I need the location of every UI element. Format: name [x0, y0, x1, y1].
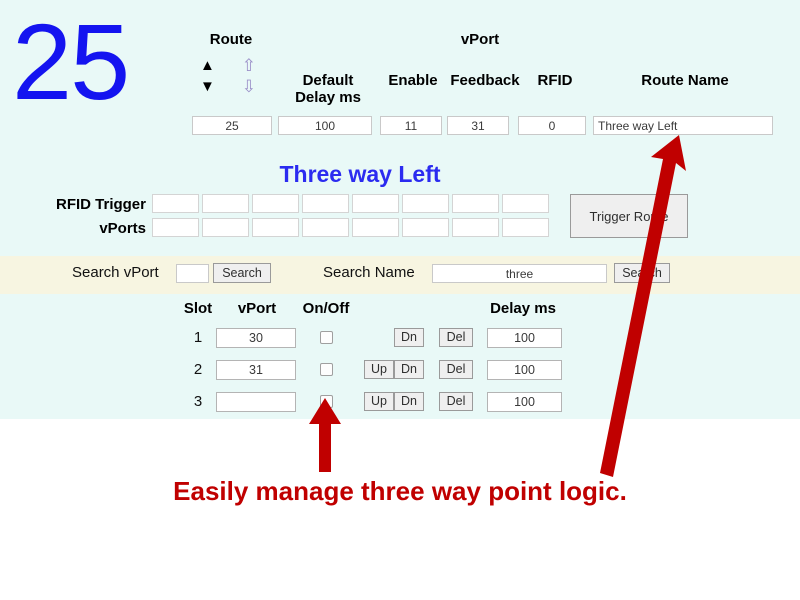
enable-vport-input[interactable] [380, 116, 442, 135]
slot-vport-input[interactable] [216, 360, 296, 380]
slot-move-up-button[interactable]: Up [364, 392, 394, 411]
route-nav-arrows: ▲ ⇧ ▼ ⇩ [200, 55, 264, 97]
search-name-button[interactable]: Search [614, 263, 670, 283]
slot-delay-input[interactable] [487, 328, 562, 348]
feedback-header: Feedback [450, 72, 520, 89]
slot-table-row: 2 UpDn Del [0, 358, 800, 388]
vports-row [152, 218, 549, 237]
rfid-trigger-input-8[interactable] [502, 194, 549, 213]
slot-table-row: 1 Dn Del [0, 326, 800, 356]
enable-header: Enable [388, 72, 438, 89]
slot-onoff-checkbox[interactable] [320, 395, 333, 408]
vport-trigger-input-3[interactable] [252, 218, 299, 237]
vport-trigger-input-5[interactable] [352, 218, 399, 237]
rfid-trigger-input-6[interactable] [402, 194, 449, 213]
feedback-vport-input[interactable] [447, 116, 509, 135]
vport-trigger-input-4[interactable] [302, 218, 349, 237]
vports-label: vPorts [99, 220, 146, 237]
triangle-down-icon[interactable]: ▼ [200, 79, 215, 94]
rfid-trigger-label: RFID Trigger [55, 196, 146, 213]
triangle-up-icon[interactable]: ▲ [200, 58, 215, 73]
default-delay-header: Default Delay ms [280, 72, 376, 106]
route-input[interactable] [192, 116, 272, 135]
slot-vport-input[interactable] [216, 328, 296, 348]
slot-onoff-checkbox[interactable] [320, 363, 333, 376]
route-name-input[interactable] [593, 116, 773, 135]
route-down-row: ▼ ⇩ [200, 76, 256, 97]
slot-delete-button[interactable]: Del [439, 392, 473, 411]
rfid-trigger-row [152, 194, 549, 213]
rfid-trigger-input-5[interactable] [352, 194, 399, 213]
vport-group-header: vPort [460, 31, 500, 48]
arrow-down-hollow-icon[interactable]: ⇩ [242, 78, 256, 95]
default-delay-input[interactable] [278, 116, 372, 135]
vport-column-header: vPort [237, 300, 277, 317]
route-up-row: ▲ ⇧ [200, 55, 256, 76]
default-label: Default [302, 72, 354, 89]
vport-trigger-input-7[interactable] [452, 218, 499, 237]
app-panel: 25 Route vPort Default Delay ms Enable F… [0, 0, 800, 419]
rfid-trigger-input-1[interactable] [152, 194, 199, 213]
trigger-route-button[interactable]: Trigger Route [570, 194, 688, 238]
vport-trigger-input-6[interactable] [402, 218, 449, 237]
slot-move-up-button[interactable]: Up [364, 360, 394, 379]
delay-ms-label: Delay ms [295, 89, 361, 106]
slot-delay-input[interactable] [487, 360, 562, 380]
search-name-input[interactable] [432, 264, 607, 283]
slot-delete-button[interactable]: Del [439, 328, 473, 347]
search-vport-label: Search vPort [72, 264, 159, 281]
slot-delete-button[interactable]: Del [439, 360, 473, 379]
slot-vport-input[interactable] [216, 392, 296, 412]
slot-move-down-button[interactable]: Dn [394, 392, 424, 411]
route-title: Three way Left [279, 161, 441, 187]
annotation-caption: Easily manage three way point logic. [173, 476, 627, 506]
rfid-trigger-input-4[interactable] [302, 194, 349, 213]
route-name-header: Route Name [641, 72, 729, 89]
search-name-label: Search Name [323, 264, 415, 281]
slot-column-header: Slot [183, 300, 213, 317]
onoff-column-header: On/Off [302, 300, 350, 317]
search-vport-button[interactable]: Search [213, 263, 271, 283]
rfid-vport-input[interactable] [518, 116, 586, 135]
route-column-header: Route [209, 31, 253, 48]
slot-number: 2 [193, 361, 203, 378]
search-vport-input[interactable] [176, 264, 209, 283]
slot-delay-input[interactable] [487, 392, 562, 412]
slot-table-row: 3 Up Dn Del [0, 390, 800, 420]
arrow-up-hollow-icon[interactable]: ⇧ [242, 57, 256, 74]
rfid-trigger-input-2[interactable] [202, 194, 249, 213]
route-number-display: 25 [12, 1, 130, 122]
slot-onoff-checkbox[interactable] [320, 331, 333, 344]
rfid-trigger-input-3[interactable] [252, 194, 299, 213]
delay-column-header: Delay ms [490, 300, 556, 317]
vport-trigger-input-8[interactable] [502, 218, 549, 237]
slot-number: 3 [193, 393, 203, 410]
slot-move-down-button[interactable]: Dn [394, 328, 424, 347]
vport-trigger-input-1[interactable] [152, 218, 199, 237]
rfid-header: RFID [537, 72, 573, 89]
vport-trigger-input-2[interactable] [202, 218, 249, 237]
rfid-trigger-input-7[interactable] [452, 194, 499, 213]
slot-number: 1 [193, 329, 203, 346]
slot-move-down-button[interactable]: Dn [394, 360, 424, 379]
